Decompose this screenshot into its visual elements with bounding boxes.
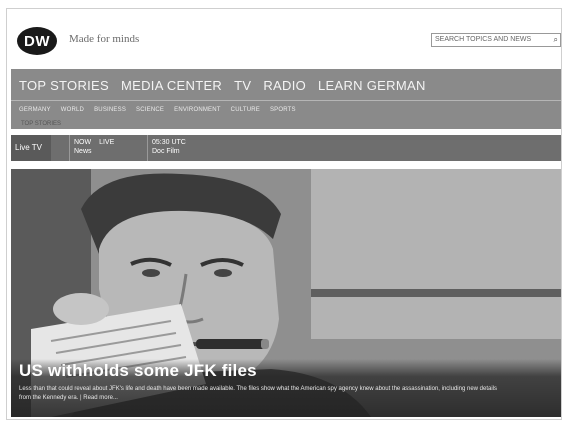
nav-divider [11,100,561,101]
nav-media-center[interactable]: MEDIA CENTER [121,78,222,93]
breadcrumb[interactable]: TOP STORIES [21,121,61,127]
search-input[interactable]: SEARCH TOPICS AND NEWS ⌕ [431,33,561,47]
magnifier-icon[interactable]: ⌕ [554,34,558,46]
live-now-line3: News [74,148,92,155]
live-now-line1: NOW [74,139,92,146]
hero-headline[interactable]: US withholds some JFK files [19,361,257,381]
subnav-world[interactable]: WORLD [61,107,84,113]
live-next-time: 05:30 UTC [152,139,186,146]
subnav-science[interactable]: SCIENCE [136,107,164,113]
subnav-business[interactable]: BUSINESS [94,107,126,113]
nav-top-stories[interactable]: TOP STORIES [19,78,109,93]
nav-radio[interactable]: RADIO [263,78,306,93]
live-now-line2: LIVE [99,139,115,146]
subnav-culture[interactable]: CULTURE [231,107,260,113]
live-next-tile[interactable]: 05:30 UTC Doc Film [147,135,217,161]
subnav-germany[interactable]: GERMANY [19,107,51,113]
live-tv-button[interactable]: Live TV [11,135,51,161]
live-next-program: Doc Film [152,148,180,155]
subnav-sports[interactable]: SPORTS [270,107,296,113]
nav-learn-german[interactable]: LEARN GERMAN [318,78,426,93]
nav-tv[interactable]: TV [234,78,251,93]
browser-page: DW Made for minds SEARCH TOPICS AND NEWS… [6,8,562,420]
search-placeholder: SEARCH TOPICS AND NEWS [435,36,532,43]
dw-logo[interactable]: DW [17,27,57,55]
site-tagline: Made for minds [69,33,140,45]
live-now-tile[interactable]: NOW LIVE News [69,135,139,161]
hero-story[interactable]: US withholds some JFK files Less than th… [11,169,561,417]
hero-summary: Less than that could reveal about JFK's … [19,386,497,401]
site-header: DW Made for minds SEARCH TOPICS AND NEWS… [7,9,561,69]
live-bar: Live TV NOW LIVE News 05:30 UTC Doc Film [11,135,561,161]
main-navigation: TOP STORIES MEDIA CENTER TV RADIO LEARN … [11,69,561,129]
subnav-environment[interactable]: ENVIRONMENT [174,107,221,113]
logo-text: DW [24,32,50,50]
sub-navigation: GERMANY WORLD BUSINESS SCIENCE ENVIRONME… [19,107,296,113]
